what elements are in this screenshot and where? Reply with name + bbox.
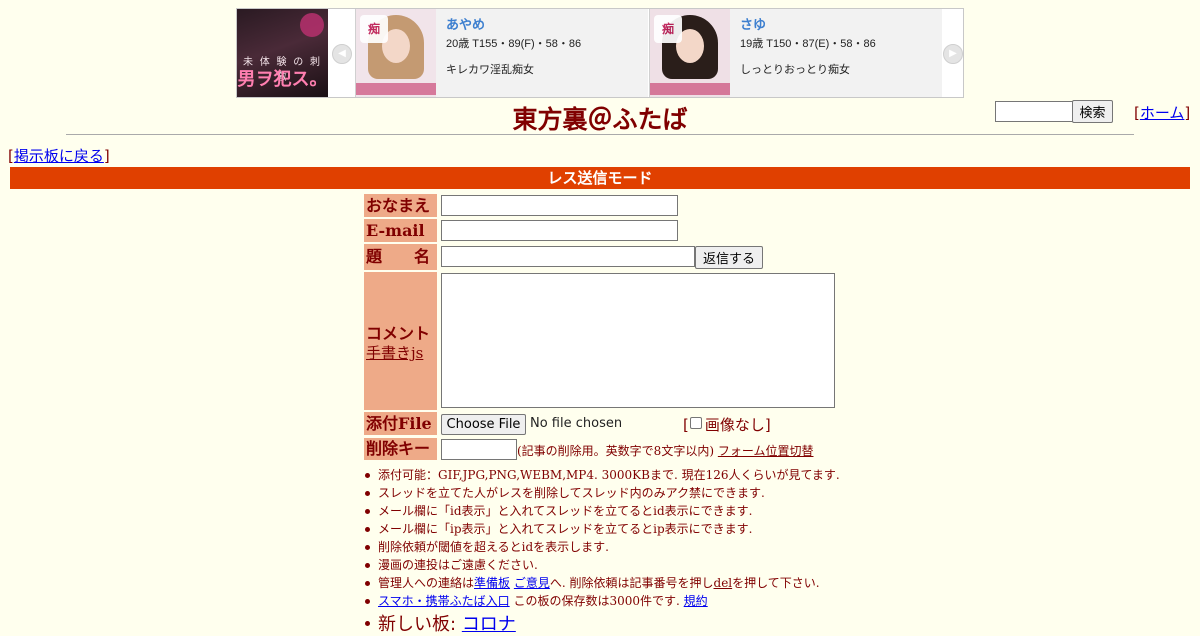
rule-item: メール欄に「ip表示」と入れてスレッドを立てるとip表示にできます.	[365, 520, 840, 538]
ad-next-arrow-icon[interactable]: ▶	[943, 44, 963, 64]
rule-text: この板の保存数は3000件です.	[513, 594, 680, 608]
delkey-label: 削除キー	[364, 438, 437, 460]
file-status: No file chosen	[530, 416, 623, 431]
delkey-note-wrap: (記事の削除用。英数字で8文字以内) フォーム位置切替	[517, 442, 813, 459]
tegaki-link[interactable]: 手書きjs	[366, 342, 423, 363]
rule-item: 添付可能：GIF,JPG,PNG,WEBM,MP4. 3000KBまで. 現在1…	[365, 468, 840, 482]
comment-label-cell: コメント 手書きjs	[364, 272, 437, 410]
ad-card-stats: 19歳 T150・87(E)・58・86	[740, 38, 876, 50]
rule-item: スレッドを立てた人がレスを削除してスレッド内のみアク禁にできます.	[365, 484, 840, 502]
rule-text: 管理人への連絡は	[378, 576, 475, 590]
ad-card-sayu[interactable]: 痴 さゆ 19歳 T150・87(E)・58・86 しっとりおっとり痴女	[649, 9, 942, 97]
back-link-wrap: [掲示板に戻る]	[8, 147, 110, 165]
reply-button[interactable]: 返信する	[695, 246, 763, 269]
terms-link[interactable]: 規約	[684, 594, 708, 608]
rules-list: 添付可能：GIF,JPG,PNG,WEBM,MP4. 3000KBまで. 現在1…	[365, 466, 840, 610]
ad-card-desc: キレカワ淫乱痴女	[446, 64, 534, 76]
no-image-label[interactable]: 画像なし	[705, 416, 765, 434]
ad-left-text-large: 男ヲ犯ス。	[237, 69, 328, 89]
ad-card-ayame[interactable]: 痴 あやめ 20歳 T155・89(F)・58・86 キレカワ淫乱痴女	[355, 9, 648, 97]
ad-left-image[interactable]: 未 体 験 の 刺 激 男ヲ犯ス。	[237, 9, 328, 97]
mobile-entry-link[interactable]: スマホ・携帯ふたば入口	[378, 594, 510, 608]
rule-item: 削除依頼が閾値を超えるとidを表示します.	[365, 538, 840, 556]
rule-item: メール欄に「id表示」と入れてスレッドを立てるとid表示にできます.	[365, 502, 840, 520]
ad-stamp-icon: 痴	[654, 15, 682, 43]
name-input[interactable]	[441, 195, 678, 216]
search-input[interactable]	[995, 101, 1075, 122]
name-label: おなまえ	[364, 194, 437, 217]
email-label: E-mail	[364, 219, 437, 242]
ad-photo-caption	[650, 83, 730, 95]
delkey-note: (記事の削除用。英数字で8文字以内)	[517, 444, 714, 458]
comment-textarea[interactable]	[441, 273, 835, 408]
rule-item-mobile: スマホ・携帯ふたば入口 この板の保存数は3000件です. 規約	[365, 592, 840, 610]
ad-photo-sayu: 痴	[650, 9, 730, 97]
no-image-checkbox[interactable]	[689, 417, 702, 429]
subject-label: 題 名	[364, 244, 437, 270]
delkey-input[interactable]	[441, 439, 517, 460]
rule-text: を押して下さい.	[732, 576, 820, 590]
ad-card-desc: しっとりおっとり痴女	[740, 64, 850, 76]
email-input[interactable]	[441, 220, 678, 241]
ad-stamp-icon: 痴	[360, 15, 388, 43]
home-link-wrap: [ホーム]	[1134, 104, 1191, 122]
ad-card-name[interactable]: あやめ	[446, 14, 581, 33]
junbi-board-link[interactable]: 準備板	[474, 576, 510, 590]
new-board-link[interactable]: コロナ	[462, 614, 516, 635]
comment-label: コメント	[366, 324, 431, 343]
back-to-board-link[interactable]: 掲示板に戻る	[14, 147, 104, 165]
ad-prev-arrow-icon[interactable]: ◀	[332, 44, 352, 64]
rule-item-contact: 管理人への連絡は準備板 ご意見へ. 削除依頼は記事番号を押しdelを押して下さい…	[365, 574, 840, 592]
new-board-label: 新しい板:	[378, 614, 457, 635]
ad-card-stats: 20歳 T155・89(F)・58・86	[446, 38, 582, 50]
home-link[interactable]: ホーム	[1140, 104, 1185, 122]
ad-badge-icon	[300, 13, 324, 37]
choose-file-button[interactable]: Choose File	[441, 414, 526, 435]
header-divider	[66, 134, 1134, 135]
file-label: 添付File	[364, 412, 437, 435]
del-link[interactable]: del	[714, 576, 733, 590]
new-board-item: 新しい板: コロナ	[365, 610, 516, 636]
rule-text: へ. 削除依頼は記事番号を押し	[549, 576, 714, 590]
mode-bar: レス送信モード	[10, 167, 1190, 189]
no-image-wrap: [画像なし]	[683, 416, 771, 434]
ad-photo-caption	[356, 83, 436, 95]
goiken-link[interactable]: ご意見	[514, 576, 550, 590]
ad-photo-ayame: 痴	[356, 9, 436, 97]
ad-card-name[interactable]: さゆ	[740, 14, 876, 33]
rule-item: 漫画の連投はご遠慮ください.	[365, 556, 840, 574]
form-toggle-link[interactable]: フォーム位置切替	[718, 444, 814, 458]
subject-input[interactable]	[441, 246, 695, 267]
search-button[interactable]: 検索	[1072, 100, 1113, 123]
ad-banner[interactable]: 未 体 験 の 刺 激 男ヲ犯ス。 ◀ 痴 あやめ 20歳 T155・89(F)…	[236, 8, 964, 98]
